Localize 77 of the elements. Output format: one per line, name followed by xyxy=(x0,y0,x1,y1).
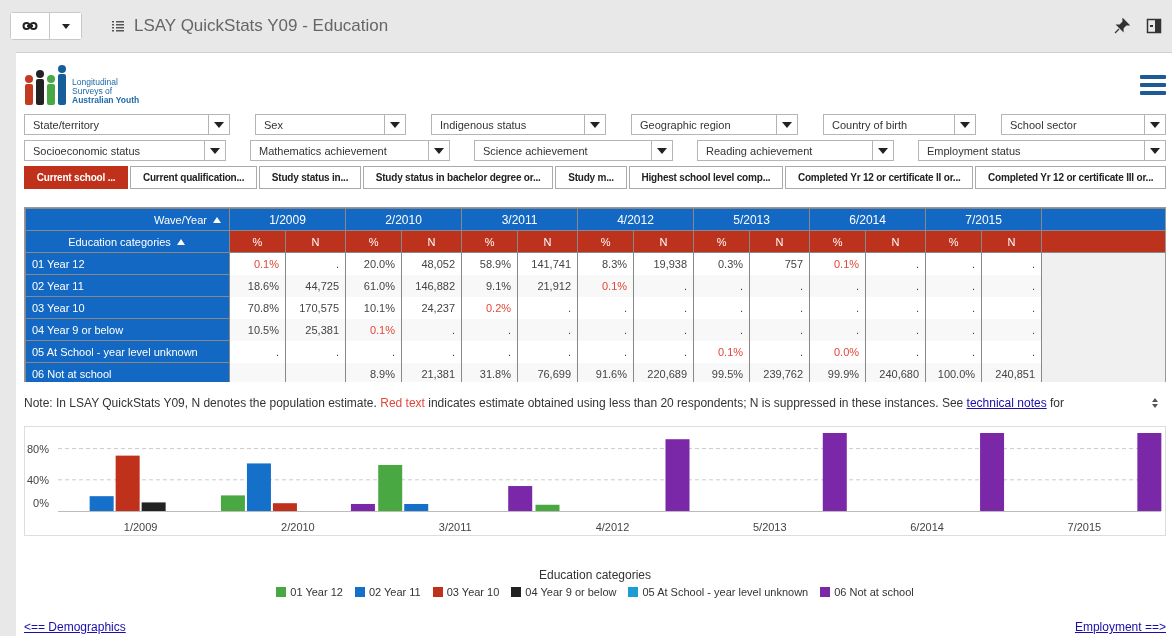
caret-icon xyxy=(1150,147,1160,154)
dropdown-select[interactable]: Employment status xyxy=(918,140,1166,161)
column-header: 3/2011 xyxy=(461,208,578,231)
technical-notes-link[interactable]: technical notes xyxy=(966,396,1047,410)
dropdown-select[interactable]: Mathematics achievement xyxy=(250,140,450,161)
next-page-link[interactable]: Employment ==> xyxy=(1074,620,1166,634)
caret-icon xyxy=(590,121,600,128)
column-header: 7/2015 xyxy=(925,208,1042,231)
legend-label: 03 Year 10 xyxy=(446,586,500,598)
caret-icon xyxy=(782,121,792,128)
column-header: 1/2009 xyxy=(229,208,346,231)
column-header: 4/2012 xyxy=(577,208,694,231)
row-header: 06 Not at school xyxy=(25,362,230,382)
dropdown-select[interactable]: Indigenous status xyxy=(431,114,606,135)
axis-tick-label: 2/2010 xyxy=(281,521,315,533)
axis-tick-label: 0% xyxy=(33,497,49,509)
dropdown-select[interactable]: Reading achievement xyxy=(697,140,894,161)
legend-label: 04 Year 9 or below xyxy=(525,586,617,598)
row-header: 02 Year 11 xyxy=(25,274,230,297)
caret-icon xyxy=(434,147,444,154)
axis-title: Education categories xyxy=(537,568,653,582)
dropdown-button[interactable] xyxy=(49,13,81,39)
row-header: 01 Year 12 xyxy=(25,252,230,275)
legend-label: 01 Year 12 xyxy=(290,586,343,598)
column-header: 6/2014 xyxy=(809,208,926,231)
column-header: 2/2010 xyxy=(345,208,462,231)
window-title: LSAY QuickStats Y09 - Education xyxy=(134,16,389,36)
row-header: 04 Year 9 or below xyxy=(25,318,230,341)
dropdown-select[interactable]: Socioeconomic status xyxy=(24,140,226,161)
axis-tick-label: 5/2013 xyxy=(752,521,787,533)
axis-tick-label: 1/2009 xyxy=(123,521,158,533)
header-label: Wave/Year xyxy=(154,213,207,226)
dropdown-select[interactable]: Science achievement xyxy=(474,140,673,161)
axis-tick-label: 7/2015 xyxy=(1067,521,1102,533)
caret-icon xyxy=(960,121,970,128)
caret-icon xyxy=(214,121,224,128)
menu-icon[interactable] xyxy=(1140,74,1166,96)
header-label: Education categories xyxy=(68,235,171,248)
logo-icon xyxy=(24,65,68,105)
caret-icon xyxy=(210,147,220,154)
tab[interactable]: Completed Yr 12 or certificate II or... xyxy=(785,166,974,189)
axis-tick-label: 3/2011 xyxy=(438,521,472,533)
legend-label: 02 Year 11 xyxy=(368,586,421,598)
caret-icon xyxy=(657,147,667,154)
row-header: 03 Year 10 xyxy=(25,296,230,319)
tab[interactable]: Study m... xyxy=(555,166,627,189)
caret-icon xyxy=(1150,121,1160,128)
tab[interactable]: Completed Yr 12 or certificate III or... xyxy=(975,166,1167,189)
tab[interactable]: Current school ... xyxy=(24,166,129,189)
dropdown-select[interactable]: State/territory xyxy=(24,114,230,135)
sort-icon[interactable] xyxy=(213,216,221,223)
legend-label: 06 Not at school xyxy=(834,586,914,598)
legend-label: 05 At School - year level unknown xyxy=(642,586,809,598)
tab[interactable]: Study status in... xyxy=(259,166,361,189)
caret-icon xyxy=(878,147,888,154)
dropdown-select[interactable]: School sector xyxy=(1001,114,1166,135)
list-icon xyxy=(110,18,126,34)
axis-tick-label: 6/2014 xyxy=(910,521,944,533)
dropdown-select[interactable]: Sex xyxy=(255,114,406,135)
tab[interactable]: Highest school level comp... xyxy=(628,166,784,189)
axis-tick-label: 4/2012 xyxy=(595,521,630,533)
tab[interactable]: Current qualification... xyxy=(130,166,258,189)
panel-icon[interactable] xyxy=(1146,18,1162,34)
previous-page-link[interactable]: <== Demographics xyxy=(24,620,126,634)
sort-icon[interactable] xyxy=(176,238,185,245)
logo-text: Longitudinal Surveys of Australian Youth xyxy=(72,78,140,105)
column-header: 5/2013 xyxy=(693,208,810,231)
row-header: 05 At School - year level unknown xyxy=(25,340,230,363)
caret-icon xyxy=(390,121,400,128)
pin-icon[interactable] xyxy=(1114,18,1130,34)
dropdown-select[interactable]: Geographic region xyxy=(631,114,798,135)
dropdown-select[interactable]: Country of birth xyxy=(823,114,976,135)
axis-tick-label: 80% xyxy=(26,442,49,455)
tab[interactable]: Study status in bachelor degree or... xyxy=(363,166,554,189)
axis-tick-label: 40% xyxy=(26,473,49,486)
caret-icon xyxy=(61,23,70,29)
note-text: Note: In LSAY QuickStats Y09, N denotes the population estimate. Red text indicates estimate obtained using less than 20 respondents; N is suppressed in these instances. See technical notes for xyxy=(24,396,1065,410)
